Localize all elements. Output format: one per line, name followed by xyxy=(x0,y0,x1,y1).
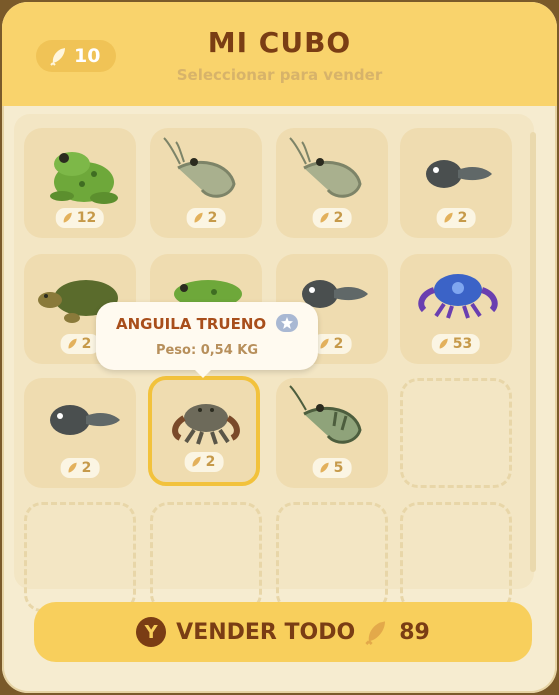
empty-slot[interactable] xyxy=(150,502,262,612)
price-tag: 53 xyxy=(431,334,481,354)
fish-coin-icon xyxy=(439,338,448,349)
scrollbar[interactable] xyxy=(530,132,536,572)
sell-all-button[interactable]: Y VENDER TODO 89 xyxy=(34,602,532,662)
price-tag: 2 xyxy=(60,334,100,354)
item-tooltip: ANGUILA TRUENO Peso: 0,54 KG xyxy=(96,302,318,378)
fish-coin-icon xyxy=(320,462,329,473)
header: 10 MI CUBO Seleccionar para vender xyxy=(2,2,557,106)
inventory-slot-crab-selected[interactable]: 2 xyxy=(148,376,260,486)
inventory-slot-shrimp[interactable]: 5 xyxy=(276,378,388,488)
price-tag: 2 xyxy=(312,334,352,354)
bucket-panel: 10 MI CUBO Seleccionar para vender 12 2 xyxy=(2,2,557,693)
fish-coin-icon xyxy=(68,338,77,349)
empty-slot[interactable] xyxy=(400,502,512,612)
empty-slot[interactable] xyxy=(24,502,136,612)
fish-coin-icon xyxy=(68,462,77,473)
inventory-slot-shrimp[interactable]: 2 xyxy=(276,128,388,238)
item-name: ANGUILA TRUENO xyxy=(116,315,267,333)
empty-slot[interactable] xyxy=(400,378,512,488)
sell-all-label: VENDER TODO xyxy=(176,619,356,645)
empty-slot[interactable] xyxy=(276,502,388,612)
inventory-slot-shrimp[interactable]: 2 xyxy=(150,128,262,238)
sell-total: 89 xyxy=(399,619,430,645)
star-icon xyxy=(276,314,298,332)
inventory-slot-blue-crab[interactable]: 53 xyxy=(400,254,512,364)
inventory-slot-frog[interactable]: 12 xyxy=(24,128,136,238)
inventory-slot-tadpole[interactable]: 2 xyxy=(24,378,136,488)
y-button-icon: Y xyxy=(136,617,167,647)
fish-coin-icon xyxy=(63,212,72,223)
page-title: MI CUBO xyxy=(207,26,352,59)
price-tag: 2 xyxy=(312,208,352,228)
inventory-slot-tadpole[interactable]: 2 xyxy=(400,128,512,238)
fish-coin-icon xyxy=(194,212,203,223)
page-subtitle: Seleccionar para vender xyxy=(176,66,383,84)
fish-coin-icon xyxy=(444,212,453,223)
price-tag: 2 xyxy=(184,452,224,472)
fish-coin-icon xyxy=(365,621,386,645)
item-weight: Peso: 0,54 KG xyxy=(155,343,259,358)
fish-coin-icon xyxy=(320,212,329,223)
crab-icon xyxy=(172,404,240,445)
fish-coin-icon xyxy=(320,338,329,349)
price-tag: 2 xyxy=(186,208,226,228)
price-tag: 12 xyxy=(55,208,105,228)
price-tag: 2 xyxy=(436,208,476,228)
price-tag: 2 xyxy=(60,458,100,478)
fish-coin-icon xyxy=(192,456,201,467)
price-tag: 5 xyxy=(312,458,352,478)
